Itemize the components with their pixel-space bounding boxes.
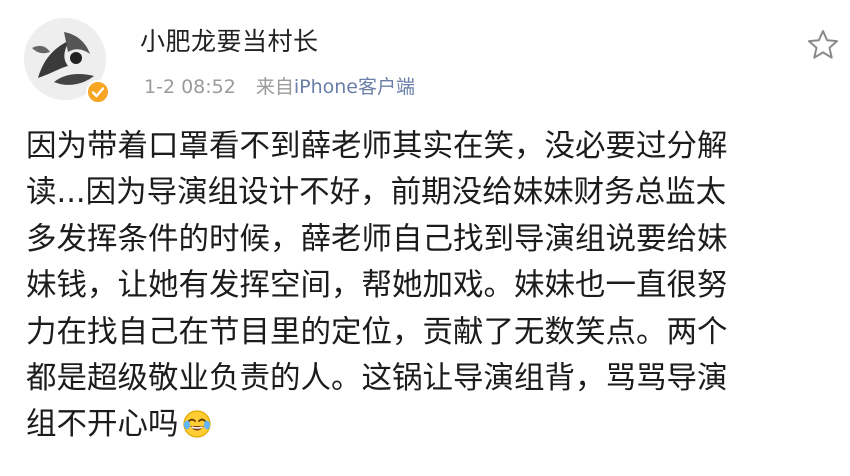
post-time: 1-2 08:52: [144, 76, 236, 98]
post-text-line: 因为带着口罩看不到薛老师其实在笑，没必要过分解: [26, 129, 728, 164]
post-text-line: 妹钱，让她有发挥空间，帮她加戏。妹妹也一直很努: [26, 268, 728, 304]
post-text-last-line: 组不开心吗: [26, 402, 832, 448]
laughing-crying-emoji-icon: [182, 407, 212, 448]
source-device[interactable]: iPhone客户端: [294, 76, 415, 98]
post-text-line: 都是超级敬业负责的人。这锅让导演组背，骂骂导演: [26, 360, 728, 396]
star-outline-icon: [808, 30, 838, 59]
post-body: 因为带着口罩看不到薛老师其实在笑，没必要过分解 读...因为导演组设计不好，前期…: [26, 124, 832, 470]
verified-badge-icon: [86, 80, 110, 104]
post-text-line: 多发挥条件的时候，薛老师自己找到导演组说要给妹: [26, 221, 728, 257]
source-prefix: 来自: [255, 76, 294, 98]
post-meta: 1-2 08:52 来自iPhone客户端: [144, 74, 415, 100]
post-text-line: 力在找自己在节目里的定位，贡献了无数笑点。两个: [26, 314, 728, 350]
favorite-button[interactable]: [806, 28, 840, 62]
post-text-line: 组不开心吗: [26, 407, 179, 443]
post-header: 小肥龙要当村长 1-2 08:52 来自iPhone客户端: [0, 0, 850, 120]
post-text-line: 读...因为导演组设计不好，前期没给妹妹财务总监太: [26, 175, 727, 211]
username[interactable]: 小肥龙要当村长: [140, 26, 319, 58]
